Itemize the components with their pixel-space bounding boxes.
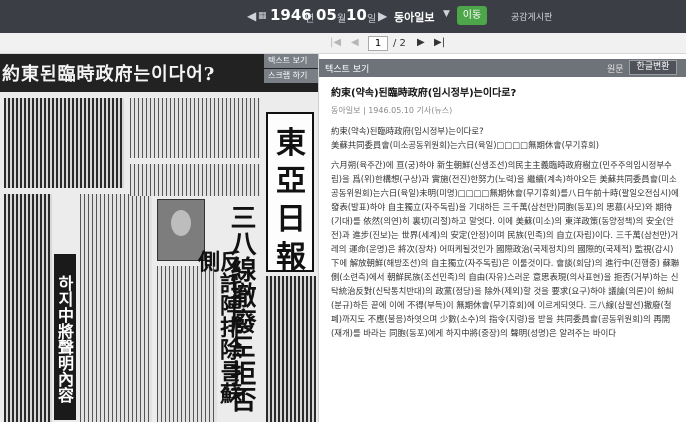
day-select[interactable]: 10 [346,6,367,24]
page-number-input[interactable]: 1 [368,36,388,51]
panel-title: 텍스트 보기 [325,65,370,75]
calendar-icon[interactable]: ▦ [258,11,267,21]
year-unit-label: 년 [305,14,315,25]
scrap-tab[interactable]: 스크랩 하기 [264,69,318,83]
newspaper-select[interactable]: 동아일보 [394,9,434,25]
month-unit-label: 월 [337,14,347,25]
prev-day-arrow-icon[interactable]: ◀ [247,9,256,23]
panel-header: 텍스트 보기 원문 한글변환 [319,59,686,77]
day-unit-label: 일 [367,14,377,25]
print-column [130,164,260,196]
print-column [266,276,316,422]
print-column [4,194,52,422]
scan-side-tabs: 텍스트 보기 스크랩 하기 [264,54,318,84]
month-select[interactable]: 05 [316,6,337,24]
scan-inverted-headline: 하지中將聲明內容 [54,254,76,420]
text-view-panel: 텍스트 보기 원문 한글변환 約束(약속)된臨時政府(임시정부)는이다로? 동아… [318,54,686,422]
article-headline-line: 約束(약속)된臨時政府(임시정부)는이다로? [331,126,484,136]
prev-page-icon[interactable]: ◀ [351,37,359,48]
page-total-label: / 2 [393,38,406,49]
article-body: 六月朔(육주간)에 亘(궁)하야 新生朝鮮(신생조선)의民主主義臨時政府樹立(민… [331,160,680,338]
text-view-tab[interactable]: 텍스트 보기 [264,54,318,68]
scan-masthead-text: 約東된臨時政府는이다어? [2,64,216,85]
article-content: 約束(약속)된臨時政府(임시정부)는이다로? 동아일보 | 1946.05.10… [331,84,681,340]
go-button[interactable]: 이동 [457,6,487,25]
page-navigation-bar: |◀ ◀ 1 / 2 ▶ ▶| [0,33,686,54]
article-meta: 동아일보 | 1946.05.10 기사(뉴스) [331,106,453,115]
print-column [80,194,152,422]
next-page-icon[interactable]: ▶ [417,37,425,48]
chevron-down-icon[interactable]: ▼ [443,9,450,19]
newspaper-scan-image[interactable]: 約東된臨時政府는이다어? 東 亞 日 報 三八線撤廢도拒否 反託陣排除를蘇側 하… [0,54,318,422]
next-day-arrow-icon[interactable]: ▶ [378,9,387,23]
article-title: 約束(약속)된臨時政府(임시정부)는이다로? [331,88,517,99]
newspaper-logo: 東 亞 日 報 [266,112,314,275]
korean-convert-button[interactable]: 한글변환 [629,60,677,75]
article-headline-line: 美蘇共同委員會(미소공동위원회)는六日(육일)□□□□無期休會(무기휴회) [331,140,599,150]
top-navigation-bar: ◀ ▦ 1946 년 05 월 10 일 ▶ 동아일보 ▼ 이동 공감게시판 [0,0,686,33]
first-page-icon[interactable]: |◀ [330,37,341,48]
print-column [4,98,124,188]
last-page-icon[interactable]: ▶| [434,37,445,48]
scan-headline-2: 反託陣排除를蘇側 [194,250,242,404]
original-text-button[interactable]: 원문 [607,62,624,75]
print-column [130,98,260,158]
logo-glyph: 報 [276,240,306,275]
board-link[interactable]: 공감게시판 [511,10,552,23]
